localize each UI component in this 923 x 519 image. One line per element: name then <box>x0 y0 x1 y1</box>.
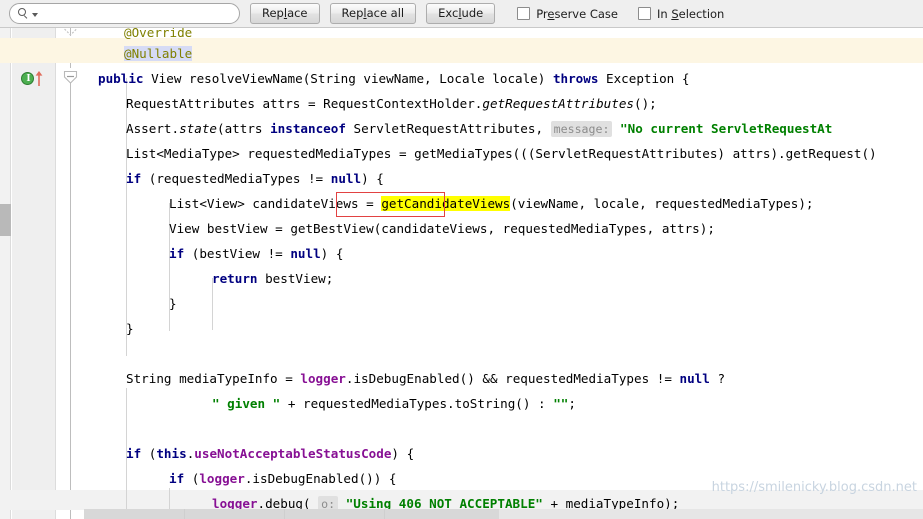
find-replace-toolbar: Replace Replace all Exclude Preserve Cas… <box>0 0 923 28</box>
replace-all-button-label-pre: Rep <box>342 6 364 20</box>
code-line[interactable]: String mediaTypeInfo = logger.isDebugEna… <box>126 366 725 391</box>
preserve-case-checkbox[interactable]: Preserve Case <box>517 7 618 21</box>
code-editor[interactable]: I <box>0 28 923 519</box>
parameter-hint-message: message: <box>551 121 613 137</box>
preserve-case-label: Preserve Case <box>536 7 618 21</box>
in-selection-mnemonic: S <box>671 7 678 21</box>
exclude-button-label-pre: Exc <box>438 6 458 20</box>
horizontal-scrollbar-thumb[interactable] <box>84 509 499 519</box>
search-input[interactable] <box>38 5 239 22</box>
in-selection-checkbox[interactable]: In Selection <box>638 7 724 21</box>
code-line[interactable]: List<MediaType> requestedMediaTypes = ge… <box>126 141 877 166</box>
search-field[interactable] <box>9 3 240 24</box>
override-arrow-icon <box>35 71 43 86</box>
ide-find-replace-screen: Replace Replace all Exclude Preserve Cas… <box>0 0 923 519</box>
code-line[interactable]: RequestAttributes attrs = RequestContext… <box>126 91 657 116</box>
code-line[interactable]: if (requestedMediaTypes != null) { <box>126 166 384 191</box>
preserve-case-checkbox-box[interactable] <box>517 7 530 20</box>
code-line[interactable]: if (this.useNotAcceptableStatusCode) { <box>126 441 414 466</box>
code-line[interactable]: Assert.state(attrs instanceof ServletReq… <box>126 116 832 141</box>
code-content[interactable]: @Override @Nullable public View resolveV… <box>84 28 923 519</box>
chevron-down-icon[interactable] <box>32 13 38 17</box>
replace-button[interactable]: Replace <box>250 3 320 24</box>
code-line[interactable]: @Nullable <box>124 41 192 66</box>
code-line[interactable]: return bestView; <box>212 266 333 291</box>
fold-marker-partial-icon[interactable] <box>63 28 78 37</box>
preserve-case-label-pre: Pr <box>536 7 547 21</box>
code-line-text: @Nullable <box>124 46 192 61</box>
implemented-method-icon[interactable]: I <box>21 71 47 87</box>
scrollbar-thumb[interactable] <box>0 204 11 236</box>
code-line[interactable]: if (logger.isDebugEnabled()) { <box>169 466 397 491</box>
code-line[interactable]: } <box>126 316 134 341</box>
code-line-text: @Override <box>124 28 192 40</box>
in-selection-checkbox-box[interactable] <box>638 7 651 20</box>
in-selection-label: In Selection <box>657 7 724 21</box>
replace-button-label-post: ace <box>287 6 307 20</box>
code-line[interactable]: if (bestView != null) { <box>169 241 343 266</box>
error-stripe-scrollbar[interactable] <box>0 28 11 519</box>
code-line[interactable]: public View resolveViewName(String viewN… <box>98 66 689 91</box>
replace-all-button[interactable]: Replace all <box>330 3 417 24</box>
horizontal-scrollbar[interactable] <box>84 509 923 519</box>
in-selection-label-post: election <box>679 7 725 21</box>
search-match-highlight[interactable]: getCandidateViews <box>381 196 510 211</box>
replace-button-label-pre: Rep <box>262 6 284 20</box>
code-line[interactable]: } <box>169 291 177 316</box>
code-line[interactable]: List<View> candidateViews = getCandidate… <box>169 191 814 216</box>
code-line[interactable]: View bestView = getBestView(candidateVie… <box>169 216 715 241</box>
fold-marker-collapse-icon[interactable] <box>63 70 78 85</box>
replace-all-button-label-post: ace all <box>367 6 405 20</box>
in-selection-label-pre: In <box>657 7 671 21</box>
exclude-button[interactable]: Exclude <box>426 3 495 24</box>
code-line[interactable]: " given " + requestedMediaTypes.toString… <box>212 391 576 416</box>
editor-gutter[interactable]: I <box>12 28 56 519</box>
preserve-case-mnemonic: e <box>547 7 554 21</box>
code-folding-column[interactable] <box>57 28 84 519</box>
preserve-case-label-post: serve Case <box>555 7 618 21</box>
implemented-method-glyph: I <box>22 72 35 86</box>
search-icon <box>18 7 31 20</box>
exclude-button-label-post: ude <box>462 6 484 20</box>
